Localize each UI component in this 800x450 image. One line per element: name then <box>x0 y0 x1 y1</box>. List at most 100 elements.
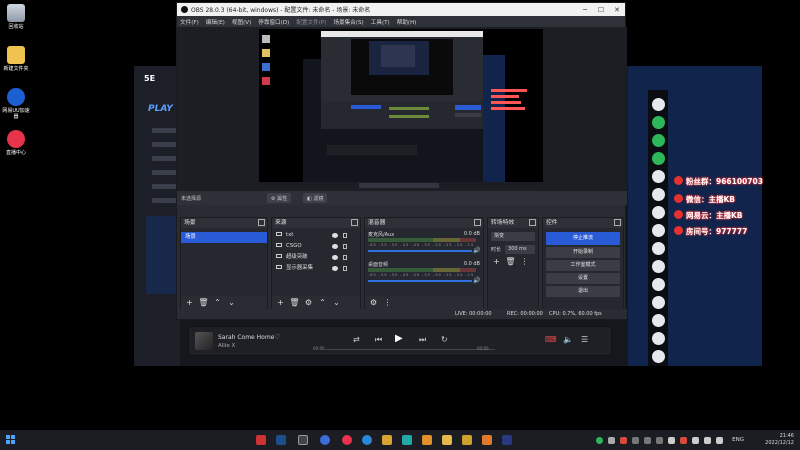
speaker-icon[interactable]: 🔊 <box>473 247 480 254</box>
lock-icon[interactable] <box>343 244 347 249</box>
toolbar-button[interactable] <box>652 314 665 327</box>
undock-icon[interactable] <box>614 219 621 226</box>
taskbar-app-icon[interactable] <box>422 435 432 445</box>
source-item[interactable]: CSGO <box>272 241 360 252</box>
folder-taskbar-icon[interactable] <box>382 435 392 445</box>
album-art[interactable] <box>195 332 213 350</box>
menu-help[interactable]: 帮助(H) <box>397 18 417 26</box>
chevron-down-icon[interactable]: ⌄ <box>331 298 342 308</box>
obs-taskbar-icon[interactable] <box>298 435 308 445</box>
add-icon[interactable]: + <box>184 298 195 308</box>
desktop-icon-live-center[interactable]: 直播中心 <box>0 130 32 156</box>
play-icon[interactable]: ▶ <box>395 333 403 344</box>
tray-icon[interactable] <box>596 437 603 444</box>
volume-fader[interactable] <box>368 250 472 252</box>
toolbar-button[interactable] <box>652 260 665 273</box>
transition-select[interactable]: 渐变 <box>491 232 535 241</box>
studio-mode-button[interactable]: 工作室模式 <box>546 260 620 271</box>
maximize-icon[interactable]: ☐ <box>593 6 609 14</box>
taskbar-app-icon[interactable] <box>442 435 452 445</box>
exit-button[interactable]: 退出 <box>546 286 620 297</box>
volume-tray-icon[interactable] <box>716 437 723 444</box>
edge-icon[interactable] <box>362 435 372 445</box>
toolbar-button[interactable] <box>652 170 665 183</box>
minimize-icon[interactable]: ─ <box>577 6 593 14</box>
playlist-icon[interactable]: ☰ <box>581 335 588 344</box>
eye-icon[interactable] <box>332 266 338 271</box>
source-item[interactable]: txt <box>272 230 360 241</box>
tray-icon[interactable] <box>620 437 627 444</box>
more-options-icon[interactable]: ⋮ <box>519 257 530 267</box>
trash-icon[interactable]: 🗑 <box>505 257 516 267</box>
taskbar-app-icon[interactable] <box>502 435 512 445</box>
close-icon[interactable]: ✕ <box>609 6 625 14</box>
toolbar-button[interactable] <box>652 152 665 165</box>
toolbar-button[interactable] <box>652 98 665 111</box>
add-icon[interactable]: + <box>491 257 502 267</box>
tray-icon[interactable] <box>680 437 687 444</box>
volume-fader[interactable] <box>368 280 472 282</box>
chevron-up-icon[interactable]: ⌃ <box>317 298 328 308</box>
menu-tools[interactable]: 工具(T) <box>371 18 390 26</box>
eye-icon[interactable] <box>332 255 338 260</box>
menu-view[interactable]: 视图(V) <box>232 18 251 26</box>
toolbar-button[interactable] <box>652 134 665 147</box>
steam-icon[interactable] <box>276 435 286 445</box>
taskbar-app-icon[interactable] <box>482 435 492 445</box>
obs-title-bar[interactable]: OBS 28.0.3 (64-bit, windows) - 配置文件: 未命名… <box>177 3 625 16</box>
scene-item[interactable]: 场景 <box>181 232 267 243</box>
eye-icon[interactable] <box>332 233 338 238</box>
filters-button[interactable]: ◧ 滤镜 <box>303 193 328 203</box>
previous-icon[interactable]: ⏮ <box>375 335 382 345</box>
progress-bar[interactable] <box>325 349 495 350</box>
desktop-icon-recycle-bin[interactable]: 回收站 <box>0 4 32 30</box>
lock-icon[interactable] <box>343 233 347 238</box>
duration-input[interactable]: 300 ms <box>505 245 535 254</box>
undock-icon[interactable] <box>529 219 536 226</box>
tray-icon[interactable] <box>668 437 675 444</box>
taskbar-app-icon[interactable] <box>402 435 412 445</box>
eye-icon[interactable] <box>332 244 338 249</box>
trash-icon[interactable]: 🗑 <box>289 298 300 308</box>
next-icon[interactable]: ⏭ <box>419 335 426 345</box>
desktop-icon-new-folder[interactable]: 新建文件夹 <box>0 46 32 72</box>
source-item[interactable]: 显示器采集 <box>272 263 360 274</box>
undock-icon[interactable] <box>258 219 265 226</box>
network-icon[interactable] <box>704 437 711 444</box>
properties-button[interactable]: ⚙ 属性 <box>267 193 292 203</box>
obs-preview[interactable] <box>177 27 627 191</box>
heart-icon[interactable]: ♡ <box>274 333 282 341</box>
source-item[interactable]: 超级突破 <box>272 252 360 263</box>
input-language[interactable]: ENG <box>732 437 744 443</box>
chat-icon[interactable] <box>652 350 665 363</box>
settings-button[interactable]: 设置 <box>546 273 620 284</box>
tray-icon[interactable] <box>644 437 651 444</box>
toolbar-button[interactable] <box>652 224 665 237</box>
browser-icon[interactable] <box>320 435 330 445</box>
tray-icon[interactable] <box>692 437 699 444</box>
stop-streaming-button[interactable]: 停止推流 <box>546 232 620 245</box>
netease-music-icon[interactable] <box>342 435 352 445</box>
shuffle-icon[interactable]: ⇄ <box>353 335 360 344</box>
speaker-icon[interactable]: 🔊 <box>473 277 480 284</box>
toolbar-button[interactable] <box>652 332 665 345</box>
lock-icon[interactable] <box>343 255 347 260</box>
add-icon[interactable]: + <box>275 298 286 308</box>
gear-icon[interactable]: ⚙ <box>368 298 379 308</box>
undock-icon[interactable] <box>351 219 358 226</box>
windows-start-icon[interactable] <box>6 435 16 445</box>
gear-icon[interactable]: ⚙ <box>303 298 314 308</box>
menu-docks[interactable]: 停靠窗口(D) <box>258 18 289 26</box>
tray-icon[interactable] <box>608 437 615 444</box>
chevron-down-icon[interactable]: ⌄ <box>226 298 237 308</box>
toolbar-button[interactable] <box>652 296 665 309</box>
toolbar-button[interactable] <box>652 188 665 201</box>
more-options-icon[interactable]: ⋮ <box>382 298 393 308</box>
tray-icon[interactable] <box>632 437 639 444</box>
undock-icon[interactable] <box>474 219 481 226</box>
start-recording-button[interactable]: 开始录制 <box>546 247 620 258</box>
chevron-up-icon[interactable]: ⌃ <box>212 298 223 308</box>
toolbar-button[interactable] <box>652 242 665 255</box>
toolbar-button[interactable] <box>652 278 665 291</box>
taskbar-app-icon[interactable] <box>256 435 266 445</box>
